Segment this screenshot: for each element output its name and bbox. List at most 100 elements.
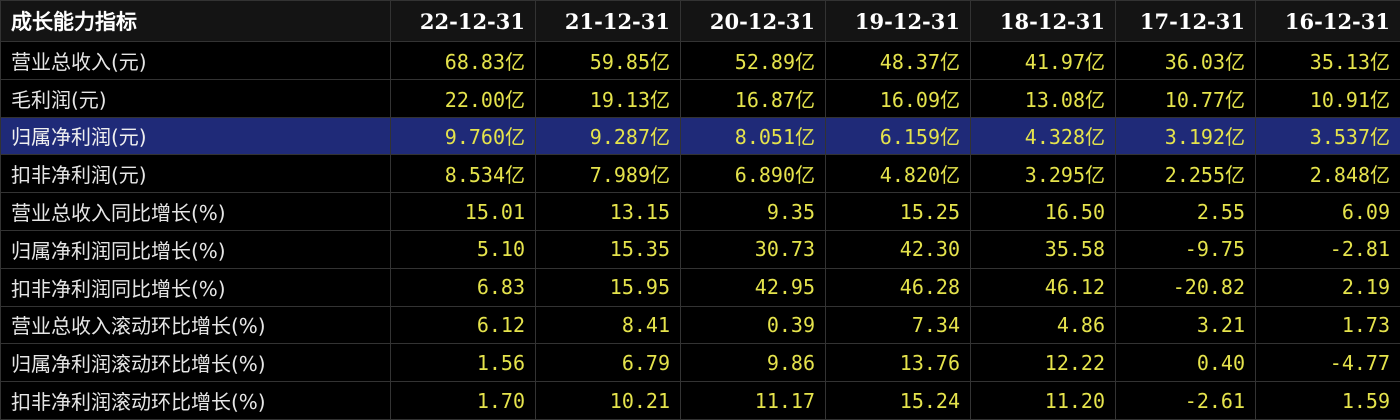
- table-cell: 41.97亿: [971, 42, 1116, 80]
- table-cell: 11.20: [971, 382, 1116, 420]
- table-cell: -2.81: [1256, 230, 1400, 268]
- table-cell: 9.287亿: [536, 117, 681, 155]
- row-label: 扣非净利润同比增长(%): [1, 268, 391, 306]
- table-cell: 68.83亿: [391, 42, 536, 80]
- table-cell: 13.76: [826, 344, 971, 382]
- table-cell: 4.820亿: [826, 155, 971, 193]
- column-header[interactable]: 19-12-31: [826, 1, 971, 42]
- table-cell: 13.15: [536, 193, 681, 231]
- table-cell: 35.58: [971, 230, 1116, 268]
- table-cell: 9.760亿: [391, 117, 536, 155]
- table-cell: 36.03亿: [1116, 42, 1256, 80]
- table-cell: 7.34: [826, 306, 971, 344]
- table-cell: 15.24: [826, 382, 971, 420]
- table-cell: 16.50: [971, 193, 1116, 231]
- table-cell: 42.30: [826, 230, 971, 268]
- table-cell: 2.55: [1116, 193, 1256, 231]
- row-label: 归属净利润同比增长(%): [1, 230, 391, 268]
- column-header[interactable]: 16-12-31: [1256, 1, 1400, 42]
- column-header[interactable]: 22-12-31: [391, 1, 536, 42]
- table-cell: 52.89亿: [681, 42, 826, 80]
- table-cell: 59.85亿: [536, 42, 681, 80]
- table-cell: 15.35: [536, 230, 681, 268]
- table-cell: 5.10: [391, 230, 536, 268]
- row-label: 营业总收入同比增长(%): [1, 193, 391, 231]
- table-cell: 0.39: [681, 306, 826, 344]
- table-cell: 7.989亿: [536, 155, 681, 193]
- table-cell: 3.192亿: [1116, 117, 1256, 155]
- table-cell: 46.28: [826, 268, 971, 306]
- table-cell: 10.21: [536, 382, 681, 420]
- table-row[interactable]: 归属净利润同比增长(%)5.1015.3530.7342.3035.58-9.7…: [1, 230, 1400, 268]
- table-cell: 1.73: [1256, 306, 1400, 344]
- table-cell: 6.83: [391, 268, 536, 306]
- row-label: 营业总收入(元): [1, 42, 391, 80]
- column-header[interactable]: 17-12-31: [1116, 1, 1256, 42]
- column-header[interactable]: 18-12-31: [971, 1, 1116, 42]
- table-cell: 15.01: [391, 193, 536, 231]
- table-cell: 48.37亿: [826, 42, 971, 80]
- column-header[interactable]: 21-12-31: [536, 1, 681, 42]
- column-header[interactable]: 20-12-31: [681, 1, 826, 42]
- table-row[interactable]: 扣非净利润滚动环比增长(%)1.7010.2111.1715.2411.20-2…: [1, 382, 1400, 420]
- table-cell: 3.537亿: [1256, 117, 1400, 155]
- table-cell: 6.890亿: [681, 155, 826, 193]
- table-cell: 4.328亿: [971, 117, 1116, 155]
- table-cell: 42.95: [681, 268, 826, 306]
- table-cell: 46.12: [971, 268, 1116, 306]
- table-cell: 6.79: [536, 344, 681, 382]
- table-row[interactable]: 毛利润(元)22.00亿19.13亿16.87亿16.09亿13.08亿10.7…: [1, 79, 1400, 117]
- table-cell: 0.40: [1116, 344, 1256, 382]
- table-cell: 2.19: [1256, 268, 1400, 306]
- row-label: 营业总收入滚动环比增长(%): [1, 306, 391, 344]
- table-cell: 16.09亿: [826, 79, 971, 117]
- table-cell: 1.70: [391, 382, 536, 420]
- table-row[interactable]: 营业总收入滚动环比增长(%)6.128.410.397.344.863.211.…: [1, 306, 1400, 344]
- table-row[interactable]: 扣非净利润同比增长(%)6.8315.9542.9546.2846.12-20.…: [1, 268, 1400, 306]
- row-label: 扣非净利润滚动环比增长(%): [1, 382, 391, 420]
- table-cell: 13.08亿: [971, 79, 1116, 117]
- table-cell: 2.848亿: [1256, 155, 1400, 193]
- table-cell: 35.13亿: [1256, 42, 1400, 80]
- table-cell: 6.09: [1256, 193, 1400, 231]
- table-cell: 6.12: [391, 306, 536, 344]
- row-label: 归属净利润(元): [1, 117, 391, 155]
- table-cell: 15.25: [826, 193, 971, 231]
- table-cell: 6.159亿: [826, 117, 971, 155]
- table-cell: 8.41: [536, 306, 681, 344]
- table-cell: 12.22: [971, 344, 1116, 382]
- table-row[interactable]: 归属净利润滚动环比增长(%)1.566.799.8613.7612.220.40…: [1, 344, 1400, 382]
- table-cell: 3.21: [1116, 306, 1256, 344]
- table-cell: 10.77亿: [1116, 79, 1256, 117]
- table-cell: 19.13亿: [536, 79, 681, 117]
- table-row[interactable]: 营业总收入同比增长(%)15.0113.159.3515.2516.502.55…: [1, 193, 1400, 231]
- table-cell: 1.59: [1256, 382, 1400, 420]
- growth-indicators-table: 成长能力指标 22-12-31 21-12-31 20-12-31 19-12-…: [0, 0, 1400, 420]
- table-cell: 8.051亿: [681, 117, 826, 155]
- row-label: 扣非净利润(元): [1, 155, 391, 193]
- table-cell: 10.91亿: [1256, 79, 1400, 117]
- table-cell: 15.95: [536, 268, 681, 306]
- table-cell: 11.17: [681, 382, 826, 420]
- table-cell: 30.73: [681, 230, 826, 268]
- table-cell: 8.534亿: [391, 155, 536, 193]
- table-cell: 2.255亿: [1116, 155, 1256, 193]
- table-cell: 4.86: [971, 306, 1116, 344]
- row-label: 毛利润(元): [1, 79, 391, 117]
- row-label: 归属净利润滚动环比增长(%): [1, 344, 391, 382]
- header-label[interactable]: 成长能力指标: [1, 1, 391, 42]
- table-row[interactable]: 营业总收入(元)68.83亿59.85亿52.89亿48.37亿41.97亿36…: [1, 42, 1400, 80]
- table-cell: 1.56: [391, 344, 536, 382]
- table-cell: -9.75: [1116, 230, 1256, 268]
- table-cell: -2.61: [1116, 382, 1256, 420]
- table-cell: -20.82: [1116, 268, 1256, 306]
- table-cell: 3.295亿: [971, 155, 1116, 193]
- table-cell: -4.77: [1256, 344, 1400, 382]
- table-cell: 9.35: [681, 193, 826, 231]
- header-row: 成长能力指标 22-12-31 21-12-31 20-12-31 19-12-…: [1, 1, 1400, 42]
- table-cell: 16.87亿: [681, 79, 826, 117]
- table-row[interactable]: 扣非净利润(元)8.534亿7.989亿6.890亿4.820亿3.295亿2.…: [1, 155, 1400, 193]
- table-row[interactable]: 归属净利润(元)9.760亿9.287亿8.051亿6.159亿4.328亿3.…: [1, 117, 1400, 155]
- table-cell: 9.86: [681, 344, 826, 382]
- table-cell: 22.00亿: [391, 79, 536, 117]
